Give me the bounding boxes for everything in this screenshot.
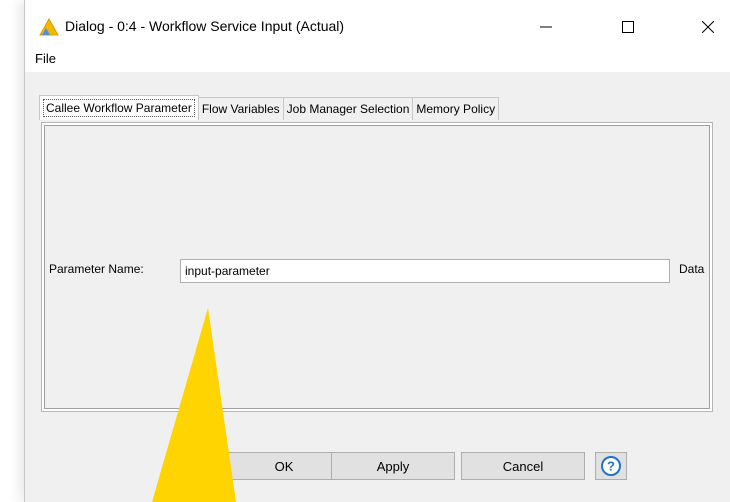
parameter-name-input[interactable] bbox=[180, 259, 670, 283]
tab-job-manager-selection[interactable]: Job Manager Selection bbox=[282, 97, 414, 120]
tab-label: Callee Workflow Parameter bbox=[43, 99, 195, 117]
maximize-icon bbox=[622, 21, 634, 33]
title-bar[interactable]: Dialog - 0:4 - Workflow Service Input (A… bbox=[25, 6, 730, 46]
tab-label: Job Manager Selection bbox=[286, 102, 410, 116]
minimize-icon bbox=[540, 26, 552, 28]
maximize-button[interactable] bbox=[605, 12, 651, 42]
tab-flow-variables[interactable]: Flow Variables bbox=[197, 97, 284, 120]
tab-strip: Callee Workflow Parameter Flow Variables… bbox=[39, 95, 500, 121]
tab-label: Flow Variables bbox=[201, 102, 280, 116]
help-button[interactable]: ? bbox=[595, 452, 627, 480]
menu-file[interactable]: File bbox=[35, 51, 56, 66]
svg-text:?: ? bbox=[607, 459, 615, 474]
cancel-button[interactable]: Cancel bbox=[461, 452, 585, 480]
apply-button[interactable]: Apply bbox=[331, 452, 455, 480]
menu-bar: File bbox=[25, 46, 730, 72]
tab-label: Memory Policy bbox=[416, 102, 496, 116]
close-icon bbox=[702, 21, 714, 33]
data-label: Data bbox=[679, 262, 705, 276]
ok-button[interactable]: OK bbox=[225, 452, 343, 480]
window-title: Dialog - 0:4 - Workflow Service Input (A… bbox=[65, 18, 345, 34]
minimize-button[interactable] bbox=[523, 12, 569, 42]
tab-memory-policy[interactable]: Memory Policy bbox=[412, 97, 500, 120]
tab-callee-workflow-parameter[interactable]: Callee Workflow Parameter bbox=[39, 95, 199, 120]
dialog-window: Dialog - 0:4 - Workflow Service Input (A… bbox=[24, 0, 730, 502]
warning-triangle-icon bbox=[39, 18, 59, 36]
close-button[interactable] bbox=[685, 12, 730, 42]
parameter-name-label: Parameter Name: bbox=[49, 262, 144, 276]
help-icon: ? bbox=[601, 456, 621, 476]
